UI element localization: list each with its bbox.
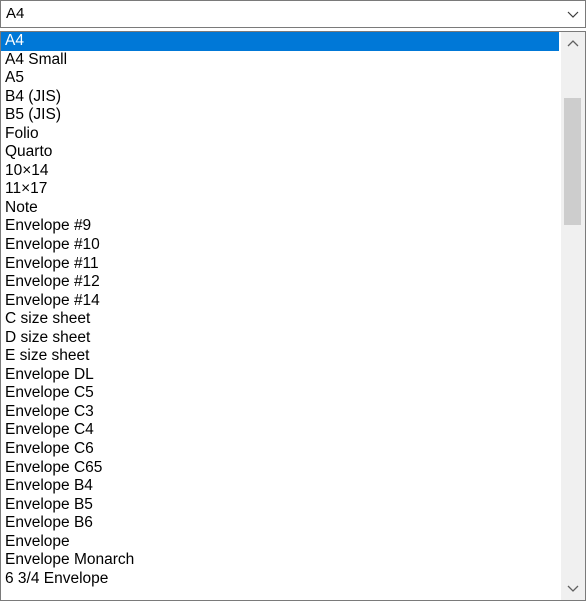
list-item[interactable]: Envelope C6 [1,440,559,459]
list-item[interactable]: Envelope B5 [1,496,559,515]
list-item[interactable]: Envelope B4 [1,477,559,496]
list-item[interactable]: A5 [1,69,559,88]
list-item[interactable]: 11×17 [1,180,559,199]
list-item[interactable]: Envelope [1,533,559,552]
scroll-up-button[interactable] [561,32,585,56]
chevron-down-icon [561,585,585,600]
list-item[interactable]: Envelope C4 [1,421,559,440]
paper-size-list[interactable]: A4 A4 Small A5 B4 (JIS) B5 (JIS) Folio Quarto 1… [1,32,559,600]
list-item[interactable]: Envelope #12 [1,273,559,292]
list-item[interactable]: B5 (JIS) [1,106,559,125]
paper-size-combobox[interactable]: A4 [0,0,586,28]
list-item[interactable]: A4 Small [1,51,559,70]
list-item[interactable]: B4 (JIS) [1,88,559,107]
list-item[interactable]: Envelope C65 [1,459,559,478]
combobox-value: A4 [6,5,25,22]
list-item[interactable]: Note [1,199,559,218]
scrollbar-thumb[interactable] [564,98,581,225]
chevron-up-icon [561,40,585,60]
list-item[interactable]: 6 3/4 Envelope [1,570,559,589]
list-item[interactable]: Envelope B6 [1,514,559,533]
dropdown-list-panel: A4 A4 Small A5 B4 (JIS) B5 (JIS) Folio Quarto 1… [0,31,586,601]
list-item[interactable]: 10×14 [1,162,559,181]
list-item[interactable]: A4 [1,32,559,51]
scroll-down-button[interactable] [561,576,585,600]
list-item[interactable]: Envelope #10 [1,236,559,255]
list-item[interactable]: Envelope C5 [1,384,559,403]
list-item[interactable]: Quarto [1,143,559,162]
vertical-scrollbar[interactable] [561,32,585,600]
list-item[interactable]: Envelope DL [1,366,559,385]
list-item[interactable]: Envelope #9 [1,217,559,236]
list-item[interactable]: Envelope Monarch [1,551,559,570]
list-item[interactable]: E size sheet [1,347,559,366]
list-item[interactable]: Envelope #11 [1,255,559,274]
list-item[interactable]: D size sheet [1,329,559,348]
list-item[interactable]: Folio [1,125,559,144]
list-item[interactable]: Envelope #14 [1,292,559,311]
list-item[interactable]: Envelope C3 [1,403,559,422]
chevron-down-icon[interactable] [562,2,584,26]
list-item[interactable]: C size sheet [1,310,559,329]
